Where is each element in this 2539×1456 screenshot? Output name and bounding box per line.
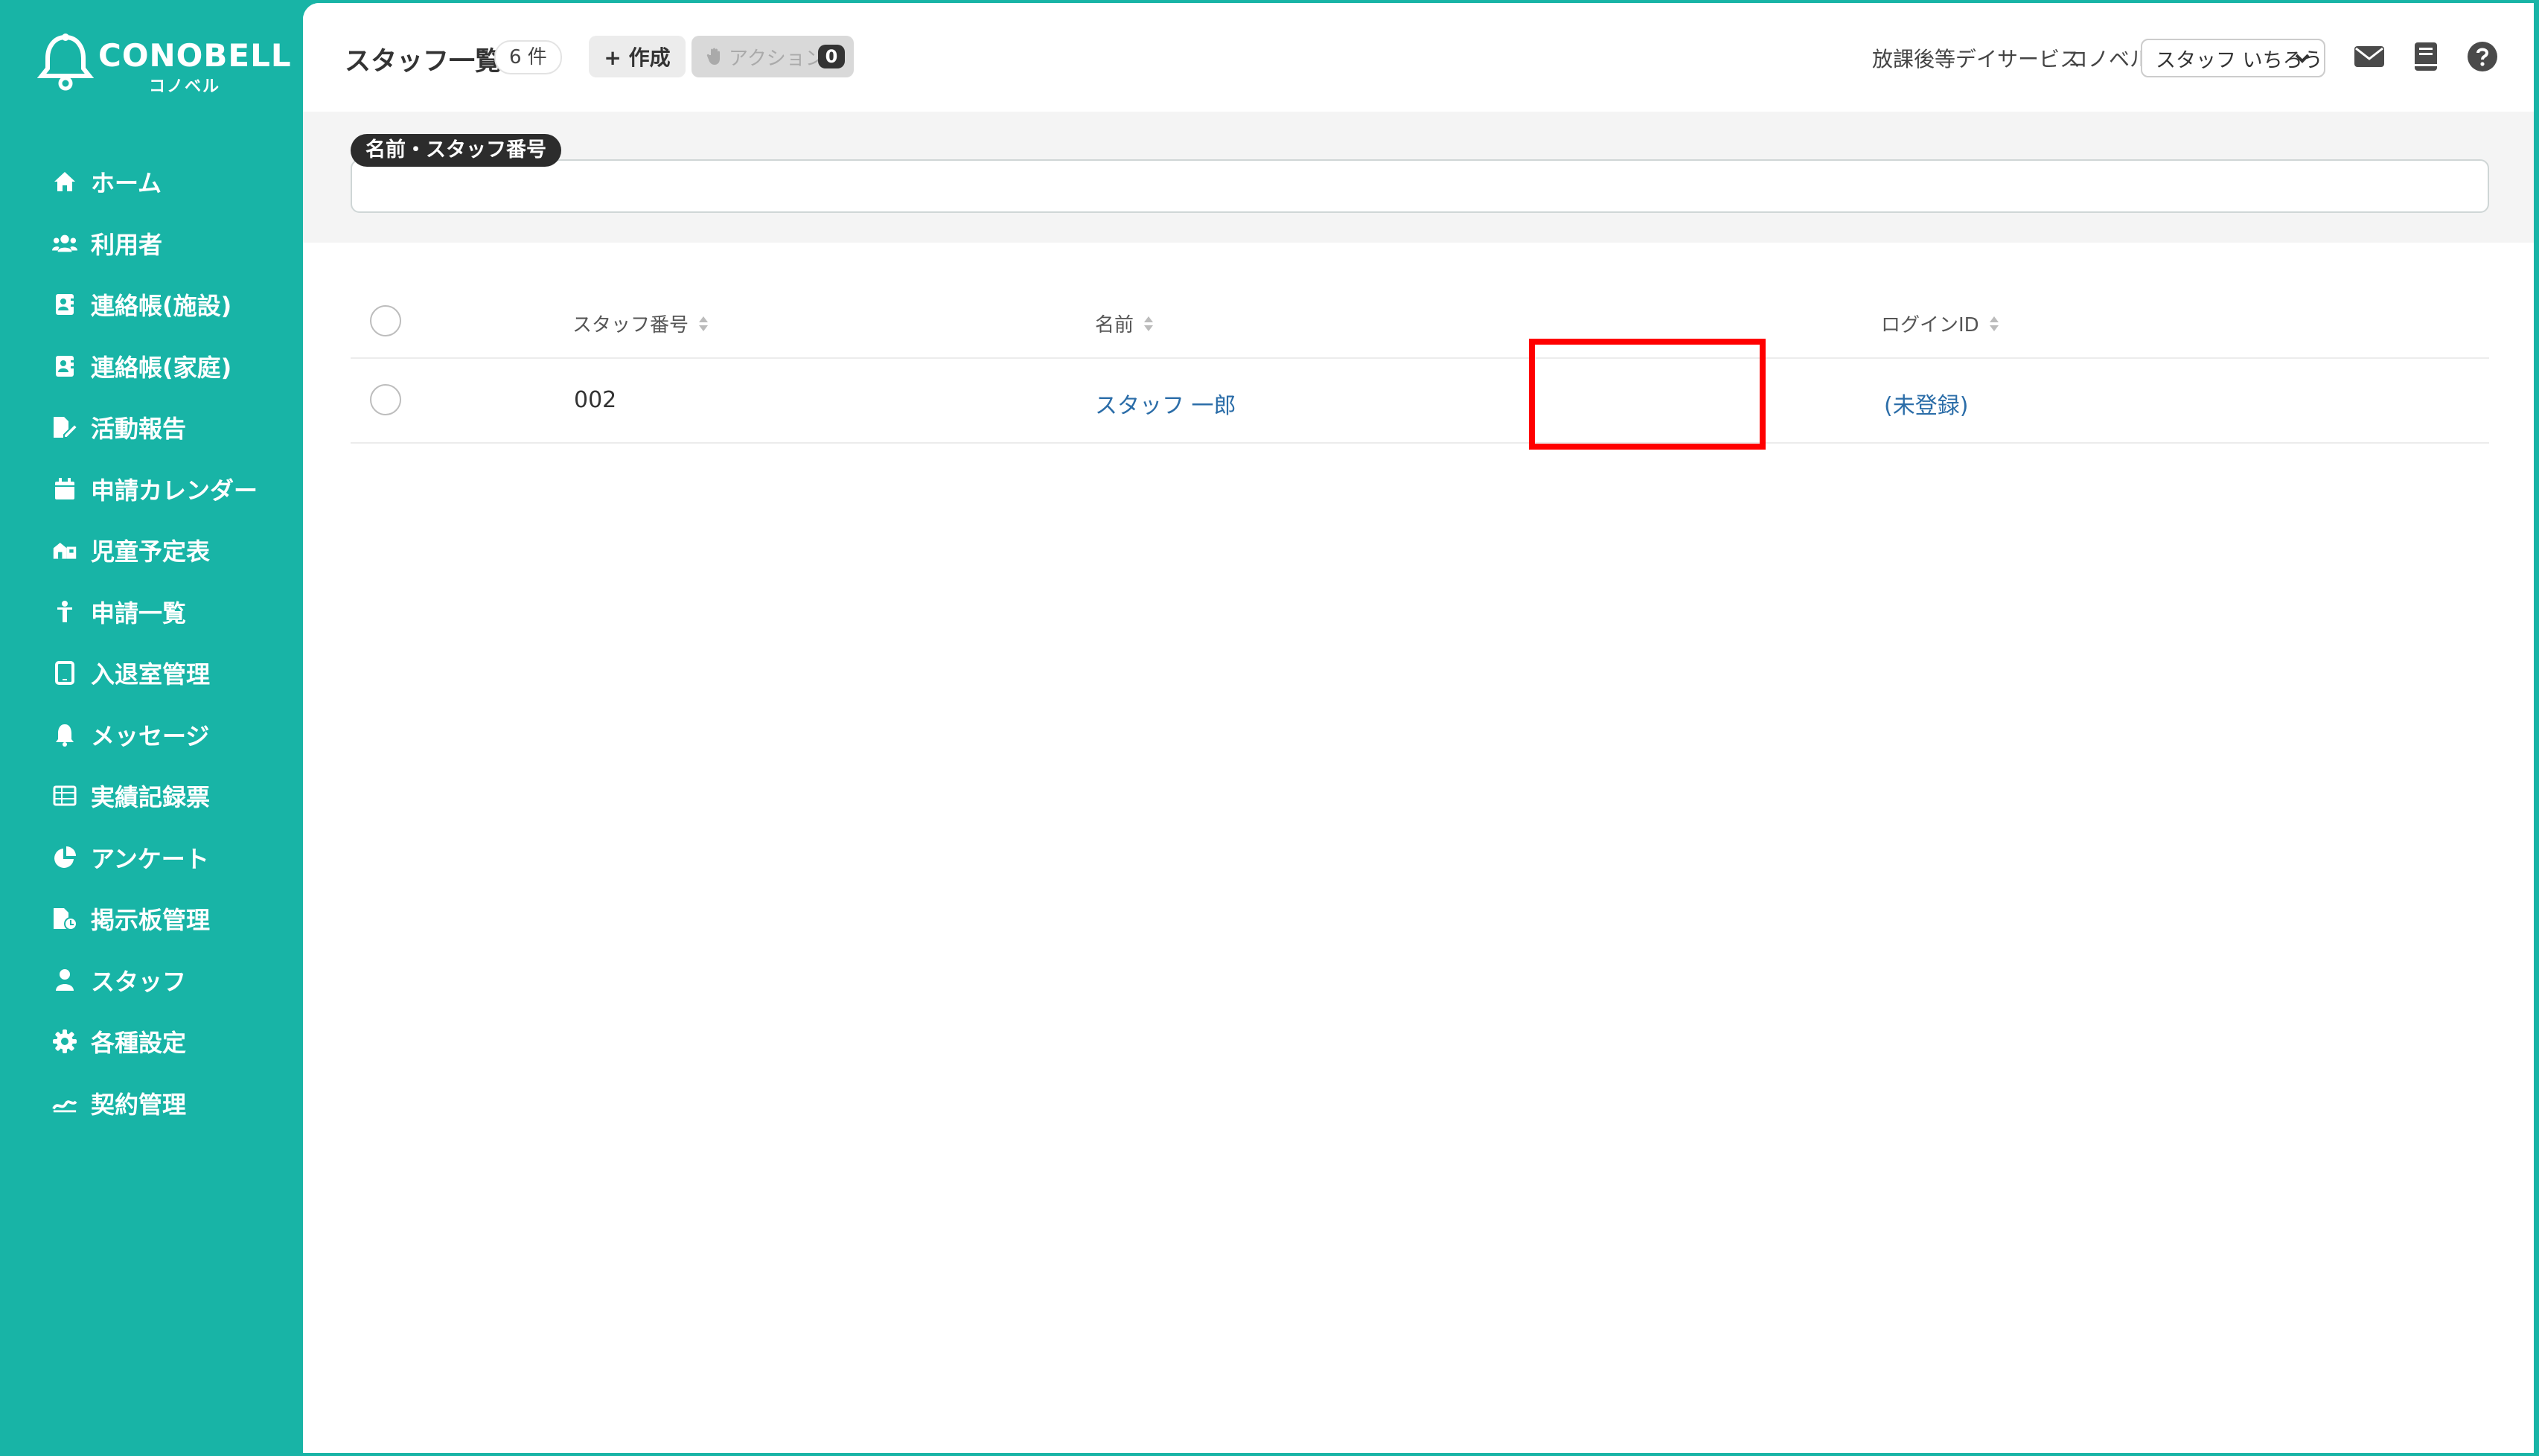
sidebar-item-request-calendar[interactable]: 申請カレンダー <box>0 459 303 520</box>
staff-icon <box>52 968 77 993</box>
name-number-search-input[interactable] <box>351 159 2489 213</box>
hand-icon <box>706 48 720 65</box>
column-header-label: スタッフ番号 <box>572 314 689 336</box>
sidebar-item-label: 申請カレンダー <box>91 476 258 505</box>
sidebar-item-label: 契約管理 <box>91 1090 187 1119</box>
help-icon[interactable] <box>2466 40 2499 73</box>
column-header-label: 名前 <box>1095 314 1134 336</box>
sidebar-item-label: 活動報告 <box>91 415 187 444</box>
contract-icon <box>52 1091 77 1116</box>
top-bar: スタッフ一覧 6 件 + 作成 アクション 0 放課後等デイサービス コノベル … <box>303 3 2534 112</box>
sidebar-item-users[interactable]: 利用者 <box>0 213 303 275</box>
report-edit-icon <box>52 415 77 440</box>
pie-chart-icon <box>52 845 77 870</box>
action-button[interactable]: アクション 0 <box>692 36 854 77</box>
sidebar-item-contact-home[interactable]: 連絡帳(家庭) <box>0 336 303 397</box>
row-checkbox[interactable] <box>370 384 401 415</box>
users-icon <box>52 231 77 256</box>
schedule-icon <box>52 537 77 563</box>
table-header-row: スタッフ番号 名前 ログインID <box>351 286 2489 359</box>
sidebar-nav: ホーム 利用者 連絡帳(施設) 連絡帳(家庭) 活動報告 申請カレンダー 児童予… <box>0 151 303 1134</box>
action-count-badge: 0 <box>818 45 845 68</box>
sidebar-item-survey[interactable]: アンケート <box>0 827 303 889</box>
sidebar-item-staff[interactable]: スタッフ <box>0 950 303 1012</box>
sidebar-item-label: スタッフ <box>91 967 187 996</box>
sidebar-item-contact-facility[interactable]: 連絡帳(施設) <box>0 274 303 336</box>
sidebar-item-settings[interactable]: 各種設定 <box>0 1011 303 1073</box>
brand-name: CONOBELL <box>98 37 292 74</box>
login-id-link[interactable]: (未登録) <box>1884 387 1968 420</box>
sidebar-item-request-list[interactable]: 申請一覧 <box>0 581 303 643</box>
sidebar-item-message[interactable]: メッセージ <box>0 704 303 766</box>
sidebar-item-label: 入退室管理 <box>91 660 211 689</box>
board-file-icon <box>52 906 77 931</box>
staff-number-cell: 002 <box>574 387 617 413</box>
sidebar-item-label: 連絡帳(家庭) <box>91 353 232 382</box>
sidebar-item-contract[interactable]: 契約管理 <box>0 1073 303 1134</box>
company-name: コノベル <box>2067 47 2151 71</box>
gear-icon <box>52 1029 77 1054</box>
page-title: スタッフ一覧 <box>345 47 502 77</box>
sidebar-item-label: 実績記録票 <box>91 783 211 812</box>
sidebar-item-home[interactable]: ホーム <box>0 151 303 213</box>
table-row[interactable]: 002 スタッフ 一郎 (未登録) <box>351 359 2489 444</box>
sidebar-item-child-schedule[interactable]: 児童予定表 <box>0 520 303 581</box>
filter-label: 名前・スタッフ番号 <box>351 134 561 167</box>
table-icon <box>52 783 77 808</box>
bell-icon <box>52 722 77 747</box>
highlight-box <box>1529 339 1766 450</box>
sidebar-item-activity-report[interactable]: 活動報告 <box>0 397 303 459</box>
facility-name: 放課後等デイサービス <box>1872 47 2081 71</box>
sidebar-item-label: メッセージ <box>91 721 210 750</box>
sort-icon <box>699 316 709 331</box>
filter-area: 名前・スタッフ番号 <box>303 112 2534 243</box>
main-panel: スタッフ一覧 6 件 + 作成 アクション 0 放課後等デイサービス コノベル … <box>303 3 2534 1453</box>
child-icon <box>52 599 77 625</box>
sidebar-item-record-sheet[interactable]: 実績記録票 <box>0 765 303 827</box>
sidebar-item-entry-exit[interactable]: 入退室管理 <box>0 642 303 704</box>
action-label: アクション <box>729 47 825 70</box>
staff-name-link[interactable]: スタッフ 一郎 <box>1095 387 1236 420</box>
sidebar-item-label: ホーム <box>91 169 162 198</box>
contact-book-icon <box>52 292 77 317</box>
sidebar-item-label: 連絡帳(施設) <box>91 292 232 321</box>
sort-icon <box>1989 316 1999 331</box>
user-select[interactable]: スタッフ いちろう <box>2141 39 2325 77</box>
mail-icon[interactable] <box>2353 40 2386 73</box>
bell-logo-icon <box>37 33 94 91</box>
tablet-icon <box>52 660 77 686</box>
sidebar-item-label: 各種設定 <box>91 1029 187 1058</box>
sidebar-item-label: 利用者 <box>91 230 163 259</box>
calendar-icon <box>52 476 77 502</box>
chevron-down-icon <box>2295 54 2310 63</box>
create-button[interactable]: + 作成 <box>589 36 686 77</box>
brand-subtitle: コノベル <box>149 77 221 96</box>
column-header-name[interactable]: 名前 <box>1095 310 1154 337</box>
count-badge: 6 件 <box>494 40 562 74</box>
logo[interactable]: CONOBELL コノベル <box>37 33 291 97</box>
column-header-staff-number[interactable]: スタッフ番号 <box>572 310 709 337</box>
staff-table: スタッフ番号 名前 ログインID 002 スタッフ 一郎 (未登録) <box>351 286 2489 444</box>
sidebar-item-board[interactable]: 掲示板管理 <box>0 888 303 950</box>
book-icon[interactable] <box>2409 40 2442 73</box>
sidebar-item-label: アンケート <box>91 844 209 873</box>
home-icon <box>52 169 77 194</box>
sidebar-item-label: 児童予定表 <box>91 537 211 566</box>
contact-book-icon <box>52 354 77 379</box>
sidebar-item-label: 申請一覧 <box>91 598 187 628</box>
sidebar-item-label: 掲示板管理 <box>91 906 211 935</box>
sort-icon <box>1144 316 1154 331</box>
select-all-checkbox[interactable] <box>370 305 401 336</box>
sidebar: CONOBELL コノベル ホーム 利用者 連絡帳(施設) 連絡帳(家庭) 活動… <box>0 0 303 1456</box>
column-header-login-id[interactable]: ログインID <box>1881 310 2000 337</box>
column-header-label: ログインID <box>1881 314 1979 336</box>
